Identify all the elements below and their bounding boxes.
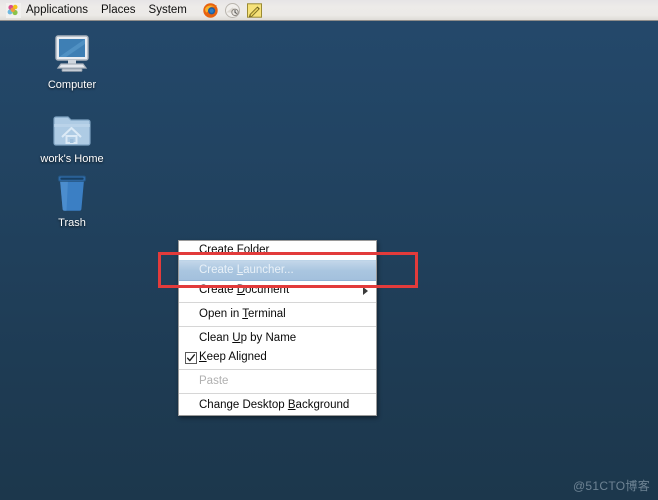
desktop-icon-home-label: work's Home: [40, 153, 104, 165]
context-menu-item-create-folder-label: older: [243, 244, 270, 256]
firefox-icon: [203, 2, 219, 18]
menu-applications-label: Applications: [26, 4, 89, 16]
watermark: @51CTO博客: [572, 479, 650, 493]
desktop-icon-trash-label: Trash: [58, 217, 86, 229]
context-menu-item-keep-aligned-label: eep Aligned: [206, 351, 267, 363]
desktop-icon-computer-label: Computer: [47, 79, 97, 91]
context-menu-item-clean-up-by-name-label: p by Name: [240, 332, 297, 344]
top-panel: Applications Places System: [0, 0, 658, 21]
menu-places[interactable]: Places: [95, 1, 143, 19]
checkbox-checked-icon[interactable]: [185, 351, 197, 364]
notes-editor-launcher[interactable]: [245, 1, 265, 20]
context-menu-item-open-in-terminal-label: erminal: [248, 308, 286, 320]
context-menu-item-open-in-terminal[interactable]: Open in Terminal: [179, 305, 376, 324]
context-menu-item-create-launcher[interactable]: Create Launcher...: [179, 260, 376, 281]
software-update-icon: [225, 2, 241, 18]
desktop-context-menu: Create Folder Create Launcher... Create …: [178, 240, 377, 416]
firefox-launcher[interactable]: [201, 1, 221, 20]
context-menu-separator-1: [179, 302, 376, 303]
home-folder-icon: [29, 104, 115, 150]
computer-icon: [29, 30, 115, 76]
desktop-icon-trash[interactable]: Trash: [29, 168, 115, 230]
context-menu-item-paste-label: Paste: [199, 375, 229, 387]
desktop-screen: Applications Places System Computer work…: [0, 0, 658, 500]
trash-icon: [29, 168, 115, 214]
context-menu-separator-3: [179, 369, 376, 370]
chevron-right-icon: [363, 286, 368, 295]
context-menu-item-paste: Paste: [179, 372, 376, 391]
desktop-icon-computer[interactable]: Computer: [29, 30, 115, 92]
context-menu-item-keep-aligned[interactable]: Keep Aligned: [179, 348, 376, 367]
context-menu-item-create-document-label: ocument: [245, 284, 290, 296]
menu-applications[interactable]: Applications: [0, 1, 95, 20]
context-menu-item-create-document[interactable]: Create Document: [179, 281, 376, 300]
context-menu-item-change-desktop-background-label: ackground: [295, 399, 350, 411]
menu-places-label: Places: [101, 4, 136, 16]
notes-editor-icon: [247, 2, 263, 18]
context-menu-item-clean-up-by-name[interactable]: Clean Up by Name: [179, 329, 376, 348]
menu-system-label: System: [148, 4, 187, 16]
software-update-launcher[interactable]: [223, 1, 243, 20]
context-menu-separator-4: [179, 393, 376, 394]
menu-system[interactable]: System: [143, 1, 194, 19]
context-menu-item-create-launcher-label: auncher...: [243, 264, 294, 276]
context-menu-item-change-desktop-background[interactable]: Change Desktop Background: [179, 396, 376, 415]
context-menu-separator-2: [179, 326, 376, 327]
gnome-foot-icon: [6, 2, 21, 18]
desktop-icon-home[interactable]: work's Home: [29, 104, 115, 166]
context-menu-item-create-folder[interactable]: Create Folder: [179, 241, 376, 260]
